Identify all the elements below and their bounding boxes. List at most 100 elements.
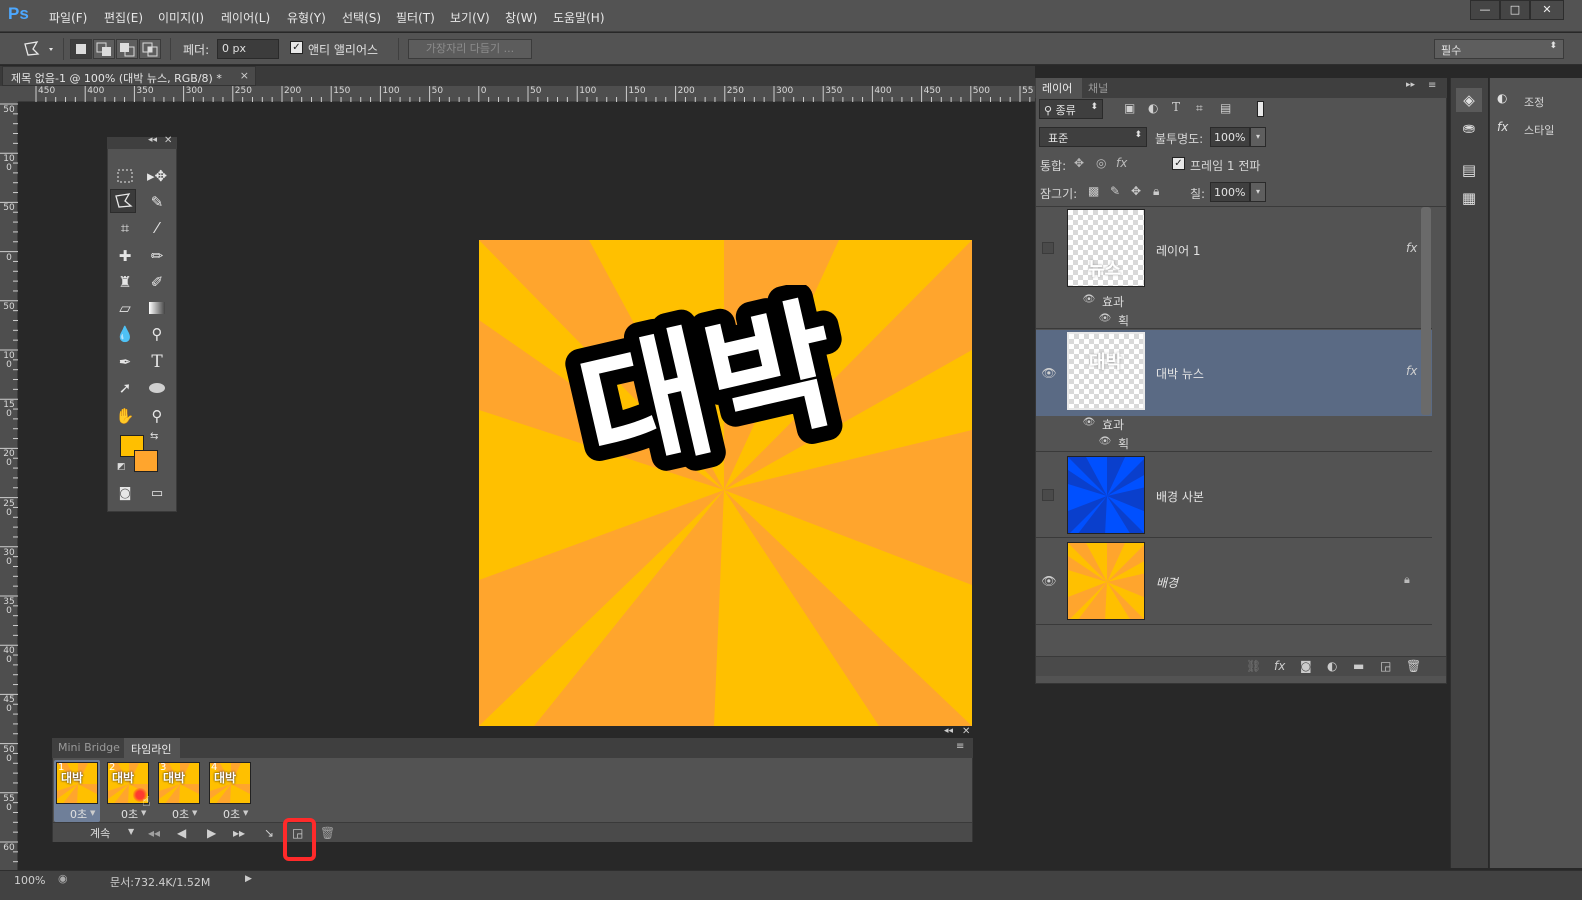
collapse-icon[interactable]: ◂◂ [148, 135, 157, 145]
healing-brush-tool-icon[interactable]: ✚ [112, 244, 138, 268]
fill-dropdown-icon[interactable]: ▾ [1250, 182, 1266, 202]
visibility-toggle-off[interactable] [1042, 489, 1054, 501]
screen-mode-icon[interactable]: ▭ [144, 482, 170, 506]
filter-smart-object-icon[interactable]: ▤ [1220, 101, 1231, 115]
document-tab[interactable]: 제목 없음-1 @ 100% (대박 뉴스, RGB/8) * × [2, 66, 256, 86]
menu-help[interactable]: 도움말(H) [553, 9, 605, 26]
adjustment-layer-icon[interactable]: ◐ [1327, 659, 1337, 673]
play-icon[interactable]: ▶ [207, 826, 216, 840]
adjustments-label[interactable]: 조정 [1524, 94, 1544, 110]
first-frame-icon[interactable]: ◂◂ [148, 826, 160, 840]
layer-name[interactable]: 배경 [1156, 574, 1178, 591]
menu-file[interactable]: 파일(F) [49, 9, 87, 26]
panel-menu-icon[interactable]: ≡ [1428, 80, 1436, 91]
add-mask-icon[interactable]: ◙ [1300, 659, 1312, 673]
menu-filter[interactable]: 필터(T) [396, 9, 435, 26]
feather-input[interactable]: 0 px [217, 39, 279, 59]
eye-icon[interactable]: 👁︎ [1040, 572, 1058, 590]
zoom-tool-icon[interactable]: ⚲ [144, 404, 170, 428]
menu-image[interactable]: 이미지(I) [158, 9, 204, 26]
layer-row[interactable]: 뉴스 레이어 1 fx ▴ 👁︎ 효과 👁︎ 획 [1036, 207, 1432, 329]
polygon-lasso-tool-icon[interactable] [110, 189, 136, 213]
collapse-icon[interactable]: ◂◂ [944, 726, 953, 736]
unify-style-icon[interactable]: fx [1116, 156, 1127, 170]
close-panel-icon[interactable]: ✕ [962, 726, 970, 737]
brush-tool-icon[interactable]: ✏ [144, 244, 170, 268]
swap-colors-icon[interactable]: ⇆ [150, 431, 158, 442]
eye-icon[interactable]: 👁︎ [1080, 291, 1098, 309]
blend-mode-select[interactable]: 표준 ⬍ [1039, 127, 1147, 147]
workspace-select[interactable]: 필수 ⬍ [1434, 39, 1564, 59]
menu-layer[interactable]: 레이어(L) [221, 9, 270, 26]
eye-icon[interactable]: 👁︎ [1096, 310, 1114, 328]
fill-input[interactable]: 100% [1210, 182, 1250, 202]
tab-mini-bridge[interactable]: Mini Bridge [58, 741, 120, 754]
collapse-panel-icon[interactable]: ▸▸ [1406, 80, 1415, 90]
eye-icon[interactable]: 👁︎ [1040, 364, 1058, 382]
close-button[interactable]: ✕ [1530, 0, 1564, 20]
propagate-frame-checkbox[interactable]: ✓ [1172, 157, 1185, 170]
quick-selection-tool-icon[interactable]: ✎ [144, 190, 170, 214]
add-selection-icon[interactable] [93, 39, 115, 59]
antialias-checkbox[interactable]: ✓ [290, 41, 303, 54]
new-layer-icon[interactable]: ◲ [1380, 659, 1391, 673]
restore-button[interactable]: □ [1500, 0, 1530, 20]
lock-all-icon[interactable]: 🔒︎ [1153, 184, 1159, 199]
properties-panel-icon[interactable]: ▤ [1456, 158, 1482, 182]
frame-delay[interactable]: 0초 [223, 806, 240, 822]
layer-name[interactable]: 레이어 1 [1156, 242, 1201, 259]
hand-tool-icon[interactable]: ✋ [112, 404, 138, 428]
marquee-tool-icon[interactable] [112, 164, 138, 188]
pen-tool-icon[interactable]: ✒ [112, 350, 138, 374]
move-tool-icon[interactable]: ▸✥ [144, 164, 170, 188]
close-tab-icon[interactable]: × [240, 69, 249, 82]
channels-panel-icon[interactable]: ⛂ [1456, 116, 1482, 140]
unify-visibility-icon[interactable]: ◎ [1096, 156, 1106, 170]
layers-panel-icon[interactable]: ◈ [1456, 88, 1482, 112]
ellipse-tool-icon[interactable] [144, 376, 170, 400]
default-colors-icon[interactable]: ◩ [117, 462, 126, 472]
previous-frame-icon[interactable]: ◀ [177, 826, 186, 840]
new-group-icon[interactable]: ▬ [1353, 659, 1364, 673]
minimize-button[interactable]: — [1470, 0, 1500, 20]
gradient-tool-icon[interactable] [144, 296, 170, 320]
filter-kind-select[interactable]: ⚲ 종류 ⬍ [1039, 99, 1103, 119]
add-style-icon[interactable]: fx [1274, 659, 1285, 673]
polygon-lasso-preset-icon[interactable] [20, 40, 56, 58]
layer-name[interactable]: 배경 사본 [1156, 488, 1204, 505]
delete-frame-icon[interactable]: 🗑︎ [320, 826, 335, 840]
fx-icon[interactable]: fx [1406, 241, 1417, 255]
menu-select[interactable]: 선택(S) [342, 9, 381, 26]
menu-window[interactable]: 창(W) [505, 9, 537, 26]
new-selection-icon[interactable] [70, 39, 92, 59]
lock-image-icon[interactable]: ✎ [1110, 184, 1120, 198]
frame-delay[interactable]: 0초 [172, 806, 189, 822]
frame-delay[interactable]: 0초 [121, 806, 138, 822]
subtract-selection-icon[interactable] [116, 39, 138, 59]
animation-frame[interactable]: 대박 4 0초 ▼ [207, 760, 253, 822]
layer-name[interactable]: 대박 뉴스 [1156, 365, 1204, 382]
opacity-dropdown-icon[interactable]: ▾ [1250, 127, 1266, 147]
tween-icon[interactable]: ↘ [264, 826, 274, 840]
panel-menu-icon[interactable]: ≡ [956, 741, 964, 752]
type-tool-icon[interactable]: T [144, 350, 170, 374]
fx-icon[interactable]: fx [1406, 364, 1417, 378]
layer-row[interactable]: 배경 사본 [1036, 453, 1432, 538]
crop-tool-icon[interactable]: ⌗ [112, 216, 138, 240]
filter-type-icon[interactable]: T [1172, 100, 1180, 114]
background-color-swatch[interactable] [134, 450, 158, 472]
zoom-level[interactable]: 100% [14, 874, 45, 887]
unify-position-icon[interactable]: ✥ [1074, 156, 1084, 170]
close-panel-icon[interactable]: ✕ [164, 135, 172, 146]
menu-view[interactable]: 보기(V) [450, 9, 490, 26]
opacity-input[interactable]: 100% [1210, 127, 1250, 147]
filter-shape-icon[interactable]: ⌗ [1196, 101, 1203, 116]
menu-type[interactable]: 유형(Y) [287, 9, 326, 26]
headline-text-layer[interactable]: 대박 대박 [539, 267, 869, 514]
layers-scrollbar[interactable] [1421, 207, 1431, 415]
intersect-selection-icon[interactable] [139, 39, 161, 59]
filter-pixel-icon[interactable]: ▣ [1124, 101, 1135, 115]
document-canvas[interactable]: 대박 대박 [479, 240, 972, 726]
eye-icon[interactable]: 👁︎ [1080, 414, 1098, 432]
lock-transparent-icon[interactable]: ▩ [1088, 184, 1099, 198]
